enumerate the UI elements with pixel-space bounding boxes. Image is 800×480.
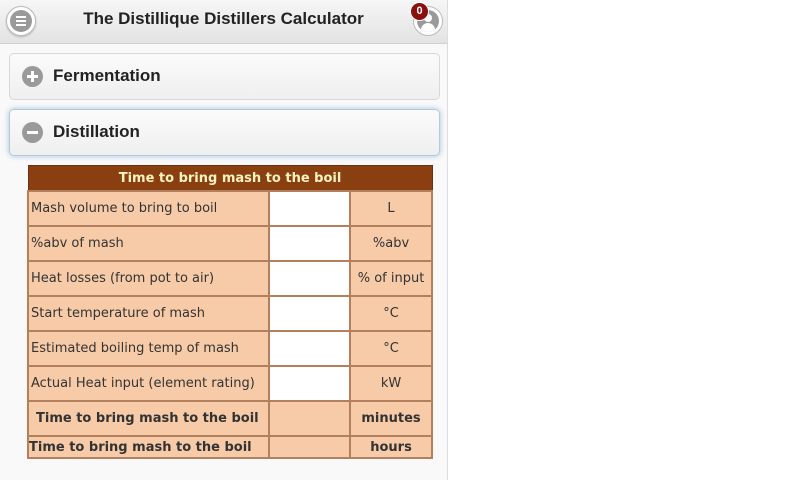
mash-volume-label: Mash volume to bring to boil	[27, 190, 270, 227]
section-distillation[interactable]: Distillation	[9, 109, 440, 156]
boiling-temp-label: Estimated boiling temp of mash	[27, 330, 270, 367]
page-title: The Distillique Distillers Calculator	[83, 9, 364, 28]
result-hours-value	[268, 435, 351, 459]
boiling-temp-unit: °C	[348, 330, 434, 367]
menu-icon	[10, 10, 32, 32]
heat-input-input[interactable]	[268, 365, 351, 402]
plus-icon	[22, 66, 43, 87]
boil-time-calculator: Time to bring mash to the boil Mash volu…	[27, 165, 434, 459]
heat-input-unit: kW	[348, 365, 434, 402]
section-label: Distillation	[53, 122, 140, 141]
input-row: Mash volume to bring to boil L	[27, 190, 434, 227]
input-row: Estimated boiling temp of mash °C	[27, 330, 434, 367]
start-temp-input[interactable]	[268, 295, 351, 332]
minus-icon	[22, 122, 43, 143]
result-hours-unit: hours	[348, 435, 434, 459]
start-temp-unit: °C	[348, 295, 434, 332]
abv-unit: %abv	[348, 225, 434, 262]
input-row: Actual Heat input (element rating) kW	[27, 365, 434, 402]
heat-losses-unit: % of input	[348, 260, 434, 297]
app-screen: The Distillique Distillers Calculator 0 …	[0, 0, 448, 480]
header-bar: The Distillique Distillers Calculator 0	[0, 0, 447, 44]
menu-button[interactable]	[6, 6, 36, 36]
result-row: Time to bring mash to the boil minutes	[27, 400, 434, 437]
heat-losses-label: Heat losses (from pot to air)	[27, 260, 270, 297]
result-row: Time to bring mash to the boil hours	[27, 435, 434, 459]
heat-losses-input[interactable]	[268, 260, 351, 297]
heat-input-label: Actual Heat input (element rating)	[27, 365, 270, 402]
calculator-title: Time to bring mash to the boil	[27, 165, 433, 192]
mash-volume-input[interactable]	[268, 190, 351, 227]
result-hours-label: Time to bring mash to the boil	[27, 435, 270, 459]
section-fermentation[interactable]: Fermentation	[9, 53, 440, 100]
notification-badge: 0	[410, 2, 429, 21]
abv-label: %abv of mash	[27, 225, 270, 262]
result-minutes-label: Time to bring mash to the boil	[27, 400, 270, 437]
section-label: Fermentation	[53, 66, 161, 85]
result-minutes-unit: minutes	[348, 400, 434, 437]
start-temp-label: Start temperature of mash	[27, 295, 270, 332]
abv-input[interactable]	[268, 225, 351, 262]
mash-volume-unit: L	[348, 190, 434, 227]
result-minutes-value	[268, 400, 351, 437]
boiling-temp-input[interactable]	[268, 330, 351, 367]
input-row: Heat losses (from pot to air) % of input	[27, 260, 434, 297]
input-row: %abv of mash %abv	[27, 225, 434, 262]
input-row: Start temperature of mash °C	[27, 295, 434, 332]
